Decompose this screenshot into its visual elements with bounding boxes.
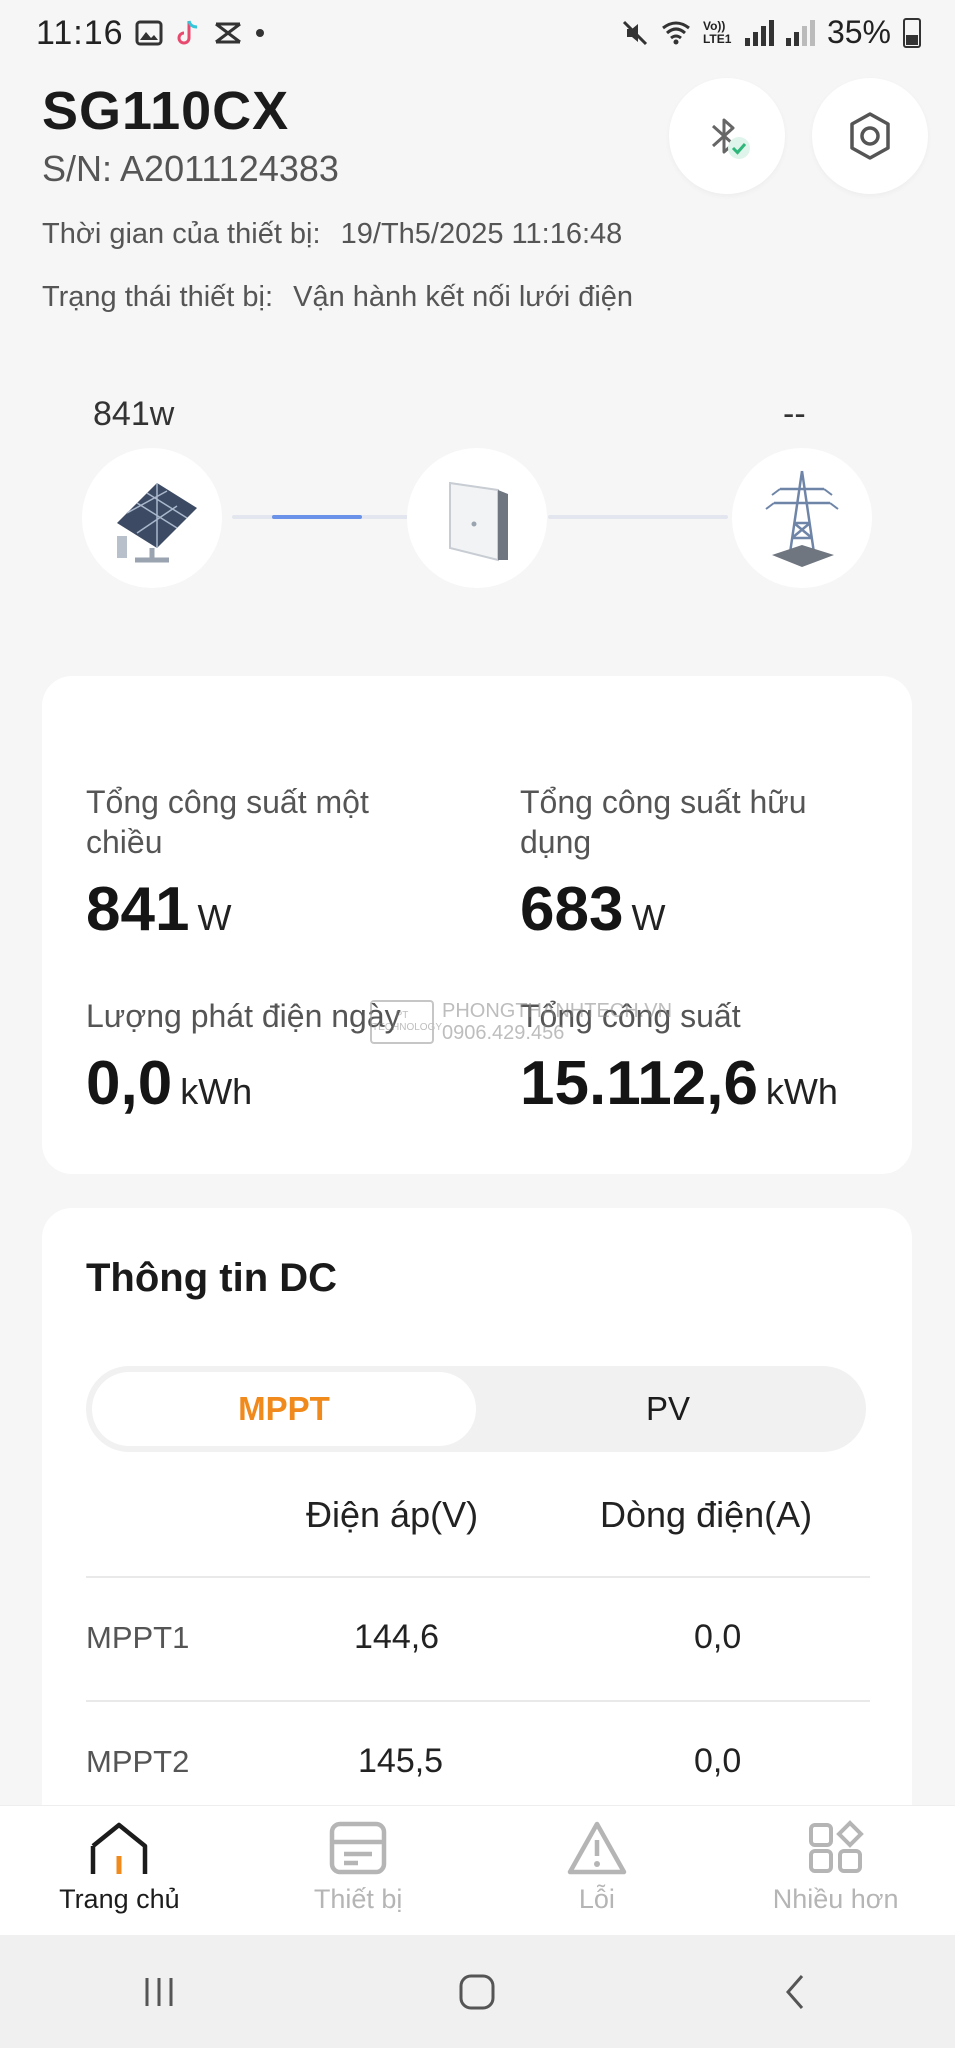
capcut-icon: [215, 22, 241, 44]
pv-power-label: 841w: [93, 395, 175, 433]
nav-more[interactable]: Nhiều hơn: [716, 1806, 955, 1935]
row-current: 0,0: [694, 1618, 742, 1656]
device-status-label: Trạng thái thiết bị:: [42, 281, 274, 313]
mute-icon: [622, 20, 648, 45]
status-app-icons: [135, 18, 265, 48]
status-right: Vo)) LTE1 35%: [621, 14, 921, 51]
row-name: MPPT2: [86, 1744, 190, 1779]
solar-panel-node[interactable]: [82, 448, 222, 588]
row-voltage: 145,5: [358, 1742, 444, 1780]
back-icon[interactable]: [776, 1972, 816, 2012]
inverter-node[interactable]: [407, 448, 547, 588]
gallery-icon: [135, 20, 163, 46]
nav-home-label: Trang chủ: [59, 1884, 180, 1914]
solar-panel-icon: [117, 483, 197, 563]
bluetooth-button[interactable]: [669, 78, 785, 194]
device-serial: S/N: A2011124383: [42, 148, 339, 189]
grid-power-label: --: [783, 395, 806, 433]
device-icon: [329, 1821, 387, 1875]
total-yield-value-row: 15.112,6 kWh: [520, 1048, 838, 1119]
recent-apps-icon[interactable]: [139, 1974, 179, 2010]
signal-icon: [744, 19, 774, 46]
grid-tower-icon: [765, 470, 839, 567]
status-time: 11:16: [36, 14, 124, 52]
home-button-icon[interactable]: [457, 1972, 497, 2012]
watermark: PT TECHNOLOGY PHONGTHANHTECH.VN 0906.429…: [370, 1000, 672, 1044]
signal-icon-2: [785, 19, 815, 46]
nav-home[interactable]: Trang chủ: [0, 1806, 239, 1935]
bottom-nav: Trang chủ Thiết bị Lỗi Nhiều hơn: [0, 1805, 955, 1935]
dc-power-value: 841: [86, 875, 190, 944]
nav-errors[interactable]: Lỗi: [478, 1806, 717, 1935]
daily-yield-label: Lượng phát điện ngày: [86, 998, 401, 1034]
watermark-brand: PHONGTHANHTECH.VN: [442, 1000, 673, 1022]
row-current: 0,0: [694, 1742, 742, 1780]
active-power-label: Tổng công suất hữu dụng: [520, 784, 807, 860]
inverter-icon: [449, 481, 508, 562]
active-power-value: 683: [520, 875, 624, 944]
warning-icon: [567, 1821, 627, 1875]
daily-yield-value-row: 0,0 kWh: [86, 1048, 252, 1119]
tab-mppt[interactable]: MPPT: [92, 1372, 476, 1446]
device-status-row: Trạng thái thiết bị: Vận hành kết nối lư…: [42, 281, 633, 314]
settings-icon: [850, 112, 890, 160]
battery-icon: [903, 17, 921, 48]
battery-percent: 35%: [826, 14, 891, 50]
flow-line-grid: [548, 515, 728, 519]
dc-power-value-row: 841 W: [86, 874, 231, 945]
dc-tab-switch: MPPT PV: [86, 1366, 866, 1452]
row-voltage: 144,6: [354, 1618, 440, 1656]
tab-pv[interactable]: PV: [476, 1372, 860, 1446]
dot-icon: [256, 29, 264, 37]
daily-yield-unit: kWh: [180, 1071, 253, 1112]
watermark-logo: PT TECHNOLOGY: [370, 1000, 442, 1044]
flow-line-pv: [232, 515, 412, 519]
stats-card: Tổng công suất một chiều 841 W Tổng công …: [42, 676, 912, 1174]
total-yield-value: 15.112,6: [520, 1049, 758, 1118]
wifi-icon: [662, 21, 690, 44]
device-name: SG110CX: [42, 81, 290, 141]
tiktok-icon: [177, 20, 198, 45]
active-power-unit: W: [631, 897, 666, 938]
total-yield-unit: kWh: [765, 1071, 838, 1112]
bluetooth-connected-icon: [711, 118, 750, 159]
nav-device[interactable]: Thiết bị: [239, 1806, 478, 1935]
column-current: Dòng điện(A): [600, 1494, 813, 1535]
table-row: MPPT1 144,6 0,0: [86, 1576, 870, 1700]
grid-node[interactable]: [732, 448, 872, 588]
nav-device-label: Thiết bị: [313, 1884, 403, 1914]
dc-info-title: Thông tin DC: [86, 1256, 338, 1300]
home-icon: [91, 1822, 148, 1874]
device-time-row: Thời gian của thiết bị: 19/Th5/2025 11:1…: [42, 218, 622, 251]
daily-yield-value: 0,0: [86, 1049, 173, 1118]
column-voltage: Điện áp(V): [306, 1494, 479, 1535]
row-name: MPPT1: [86, 1620, 190, 1655]
dc-power-unit: W: [197, 897, 232, 938]
dc-power-label: Tổng công suất một chiều: [86, 784, 369, 860]
dc-info-card: Thông tin DC MPPT PV Điện áp(V) Dòng điệ…: [42, 1208, 912, 1848]
network-type: Vo)) LTE1: [702, 18, 732, 46]
system-nav-bar: [0, 1935, 955, 2048]
more-apps-icon: [808, 1820, 864, 1873]
device-time-label: Thời gian của thiết bị:: [42, 218, 321, 250]
active-power-value-row: 683 W: [520, 874, 665, 945]
watermark-phone: 0906.429.456: [442, 1022, 565, 1044]
settings-button[interactable]: [812, 78, 928, 194]
nav-errors-label: Lỗi: [578, 1884, 615, 1914]
nav-more-label: Nhiều hơn: [772, 1884, 899, 1914]
device-time-value: 19/Th5/2025 11:16:48: [340, 218, 623, 250]
device-status-value: Vận hành kết nối lưới điện: [293, 281, 634, 313]
